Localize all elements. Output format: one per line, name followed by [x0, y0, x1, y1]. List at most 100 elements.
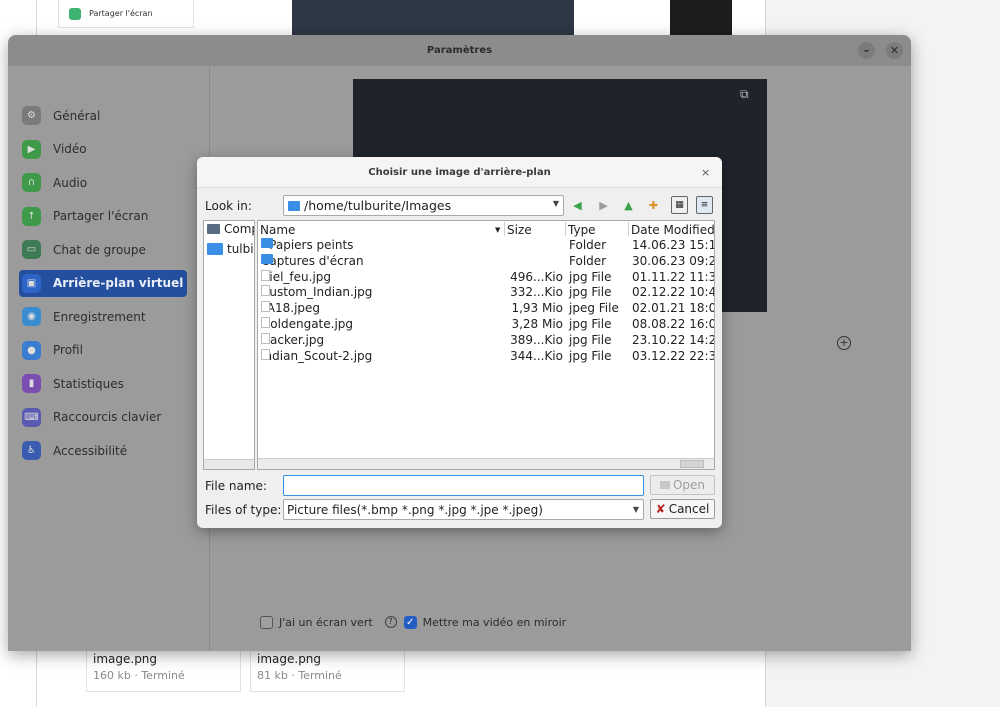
sidebar-item-label: Arrière-plan virtuel [53, 276, 184, 290]
chevron-down-icon: ▼ [632, 505, 639, 514]
file-row-date: 01.11.22 11:3 [632, 269, 715, 284]
sidebar-item-share-screen[interactable]: ↑ Partager l'écran [19, 203, 187, 230]
folder-icon [207, 243, 223, 255]
sidebar-item-chat[interactable]: ▭ Chat de groupe [19, 236, 187, 263]
file-row[interactable]: Hacker.jpg 389...Kio jpg File 23.10.22 14:2 [258, 332, 715, 349]
sidebar-item-video[interactable]: ▶ Vidéo [19, 136, 187, 163]
folder-open-icon [659, 481, 670, 489]
file-row-date: 02.12.22 10:4 [632, 285, 715, 300]
file-icon [261, 301, 270, 313]
video-icon: ▶ [22, 139, 41, 159]
column-header-size[interactable]: Size [507, 223, 532, 237]
background-share-screen-item[interactable]: Partager l'écran [58, 0, 194, 28]
sidebar-item-label: Profil [53, 343, 83, 357]
file-row-size: 1,93 Mio [511, 301, 563, 316]
sidebar-item-headphones[interactable]: ∩ Audio [19, 169, 187, 196]
background-file-card[interactable]: image.png 160 kb · Terminé [86, 646, 241, 692]
popout-icon[interactable]: ⧉ [740, 87, 749, 102]
file-name-text: Captures d'écran [261, 253, 364, 268]
cancel-button[interactable]: ✘ Cancel [650, 499, 715, 519]
column-header-name[interactable]: Name [260, 223, 295, 237]
virtual-background-icon: ▣ [22, 273, 41, 293]
folder-icon [261, 253, 273, 264]
file-row-size: 332...Kio [510, 285, 563, 300]
look-in-select[interactable]: /home/tulburite/Images ▼ [283, 195, 564, 216]
file-type-select[interactable]: Picture files(*.bmp *.png *.jpg *.jpe *.… [283, 499, 644, 520]
close-icon[interactable]: × [701, 166, 710, 179]
profile-icon: ● [22, 340, 41, 360]
file-row-type: jpg File [569, 332, 612, 347]
file-row-date: 30.06.23 09:2 [632, 253, 715, 268]
sidebar-item-statistics[interactable]: ▮ Statistiques [19, 370, 187, 397]
horizontal-scrollbar[interactable] [258, 458, 714, 469]
list-view-icon[interactable]: ▦ [671, 196, 688, 214]
sidebar-item-virtual-background[interactable]: ▣ Arrière-plan virtuel [19, 269, 187, 297]
sidebar-item-accessibility[interactable]: ♿ Accessibilité [19, 437, 187, 464]
chevron-down-icon: ▼ [552, 199, 559, 208]
file-row-type: jpg File [569, 348, 612, 363]
file-row[interactable]: Captures d'écran Folder 30.06.23 09:2 [258, 253, 715, 270]
file-name-label: File name: [205, 479, 267, 493]
chooser-title: Choisir une image d'arrière-plan [368, 166, 551, 178]
file-row-name: Ciel_feu.jpg [261, 269, 331, 284]
file-type-label: Files of type: [205, 503, 282, 517]
file-row-date: 23.10.22 14:2 [632, 332, 715, 347]
file-icon [261, 285, 270, 297]
close-button[interactable]: ✕ [886, 42, 903, 59]
file-row[interactable]: Ciel_feu.jpg 496...Kio jpg File 01.11.22 11… [258, 269, 715, 286]
cancel-button-label: Cancel [668, 502, 710, 516]
file-name-text: Indian_Scout-2.jpg [261, 348, 373, 363]
file-icon [261, 348, 270, 360]
tree-item-home[interactable]: tulbi [207, 242, 254, 256]
help-icon[interactable]: ? [384, 616, 397, 628]
file-row-date: 14.06.23 15:1 [632, 238, 715, 252]
file-type-value: Picture files(*.bmp *.png *.jpg *.jpe *.… [287, 503, 543, 517]
sidebar-item-keyboard[interactable]: ⌨ Raccourcis clavier [19, 404, 187, 431]
file-card-meta: 160 kb · Terminé [93, 669, 185, 682]
file-row-name: Captures d'écran [261, 253, 364, 268]
detail-view-icon[interactable]: ≡ [696, 196, 713, 214]
background-file-card[interactable]: image.png 81 kb · Terminé [250, 646, 405, 692]
add-background-icon[interactable]: + [837, 336, 851, 350]
open-button-label: Open [672, 478, 706, 492]
file-icon [261, 332, 270, 344]
sidebar-item-profile[interactable]: ● Profil [19, 337, 187, 364]
tree-item-computer[interactable]: Comp [207, 222, 254, 236]
sidebar-item-label: Enregistrement [53, 309, 146, 324]
green-screen-checkbox[interactable] [260, 615, 273, 629]
file-row[interactable]: - Papiers peints Folder 14.06.23 15:1 [258, 238, 714, 254]
chooser-titlebar: Choisir une image d'arrière-plan [197, 157, 722, 188]
new-folder-icon[interactable]: ✚ [645, 196, 662, 214]
parent-folder-icon[interactable]: ▲ [620, 196, 637, 214]
back-icon[interactable]: ◀ [569, 196, 586, 214]
sidebar-tree: Comp tulbi [203, 220, 255, 470]
file-row-type: jpg File [569, 285, 612, 300]
sidebar-item-gear[interactable]: ⚙ Général [19, 102, 187, 129]
column-header-date[interactable]: Date Modified [631, 223, 714, 237]
file-row[interactable]: Goldengate.jpg 3,28 Mio jpg File 08.08.22 1… [258, 317, 714, 333]
background-share-screen-label: Partager l'écran [89, 9, 153, 18]
sidebar-item-label: Général [53, 108, 101, 123]
folder-icon [261, 238, 273, 248]
file-name-input[interactable] [283, 475, 644, 496]
file-chooser-dialog: Choisir une image d'arrière-plan × Look … [197, 157, 722, 528]
forward-icon[interactable]: ▶ [595, 196, 612, 214]
tree-item-label: tulbi [227, 242, 254, 256]
file-row[interactable]: Custom_Indian.jpg 332...Kio jpg File 02.12.… [258, 285, 714, 301]
cancel-icon: ✘ [655, 502, 666, 516]
file-row[interactable]: Indian_Scout-2.jpg 344...Kio jpg File 03.12… [258, 348, 715, 365]
file-row-date: 03.12.22 22:3 [632, 348, 715, 363]
mirror-video-checkbox[interactable]: ✓ [403, 615, 417, 629]
minimize-button[interactable]: – [858, 42, 875, 59]
scrollbar-thumb[interactable] [680, 460, 704, 468]
sidebar-item-label: Raccourcis clavier [53, 410, 162, 424]
file-row-type: Folder [569, 238, 607, 252]
sidebar-item-record[interactable]: ◉ Enregistrement [19, 303, 187, 330]
column-header-type[interactable]: Type [568, 223, 596, 237]
column-separator [628, 222, 629, 236]
open-button[interactable]: Open [650, 475, 715, 495]
headphones-icon: ∩ [22, 173, 41, 192]
horizontal-scrollbar[interactable] [204, 459, 254, 469]
file-row-name: Custom_Indian.jpg [261, 285, 372, 299]
file-row[interactable]: FA18.jpeg 1,93 Mio jpeg File 02.01.21 18:0 [258, 301, 714, 317]
